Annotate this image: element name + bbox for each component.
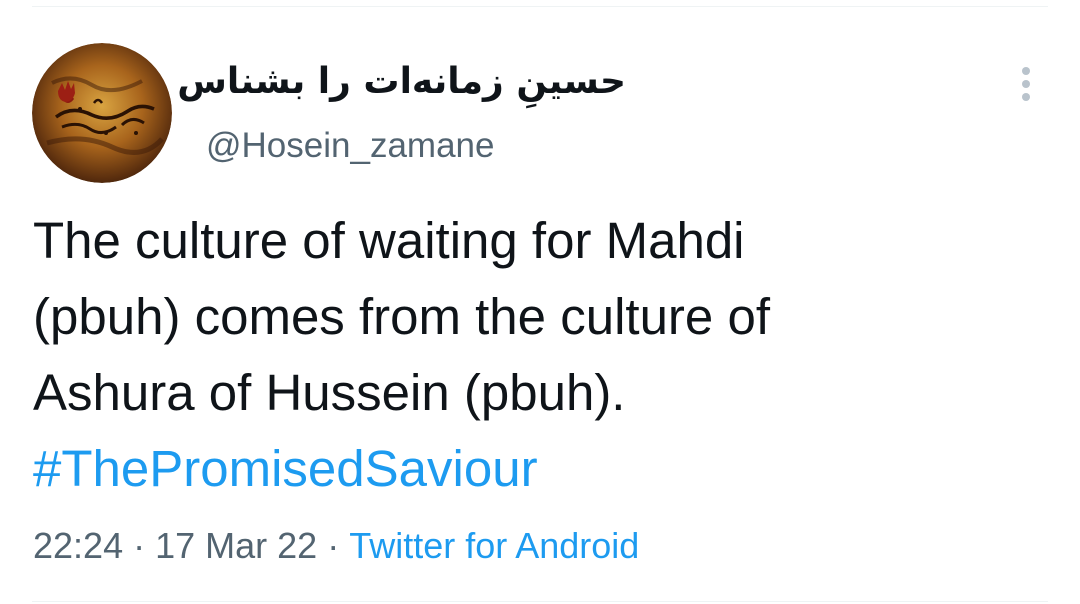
separator-dot: · bbox=[327, 525, 340, 566]
tweet-card: حسینِ زمانه‌ات را بشناس @Hosein_zamane T… bbox=[0, 0, 1080, 604]
calligraphy-avatar-icon bbox=[32, 43, 172, 183]
tweet-metadata: 22:24 · 17 Mar 22 · Twitter for Android bbox=[33, 522, 639, 570]
display-name[interactable]: حسینِ زمانه‌ات را بشناس bbox=[177, 58, 626, 106]
hashtag-link[interactable]: #ThePromisedSaviour bbox=[33, 431, 1043, 507]
user-handle[interactable]: @Hosein_zamane bbox=[206, 124, 494, 168]
more-options-button[interactable] bbox=[1008, 62, 1044, 106]
tweet-text-line: (pbuh) comes from the culture of bbox=[33, 288, 770, 345]
top-divider bbox=[32, 6, 1048, 7]
tweet-date[interactable]: 17 Mar 22 bbox=[155, 525, 317, 566]
separator-dot: · bbox=[133, 525, 146, 566]
avatar[interactable] bbox=[32, 43, 172, 183]
tweet-text-line: The culture of waiting for Mahdi bbox=[33, 212, 745, 269]
source-link[interactable]: Twitter for Android bbox=[349, 525, 639, 566]
tweet-time[interactable]: 22:24 bbox=[33, 525, 123, 566]
tweet-body: The culture of waiting for Mahdi (pbuh) … bbox=[33, 203, 1043, 507]
vertical-dots-icon bbox=[1022, 67, 1030, 101]
tweet-text-line: Ashura of Hussein (pbuh). bbox=[33, 364, 626, 421]
bottom-divider bbox=[32, 601, 1048, 602]
